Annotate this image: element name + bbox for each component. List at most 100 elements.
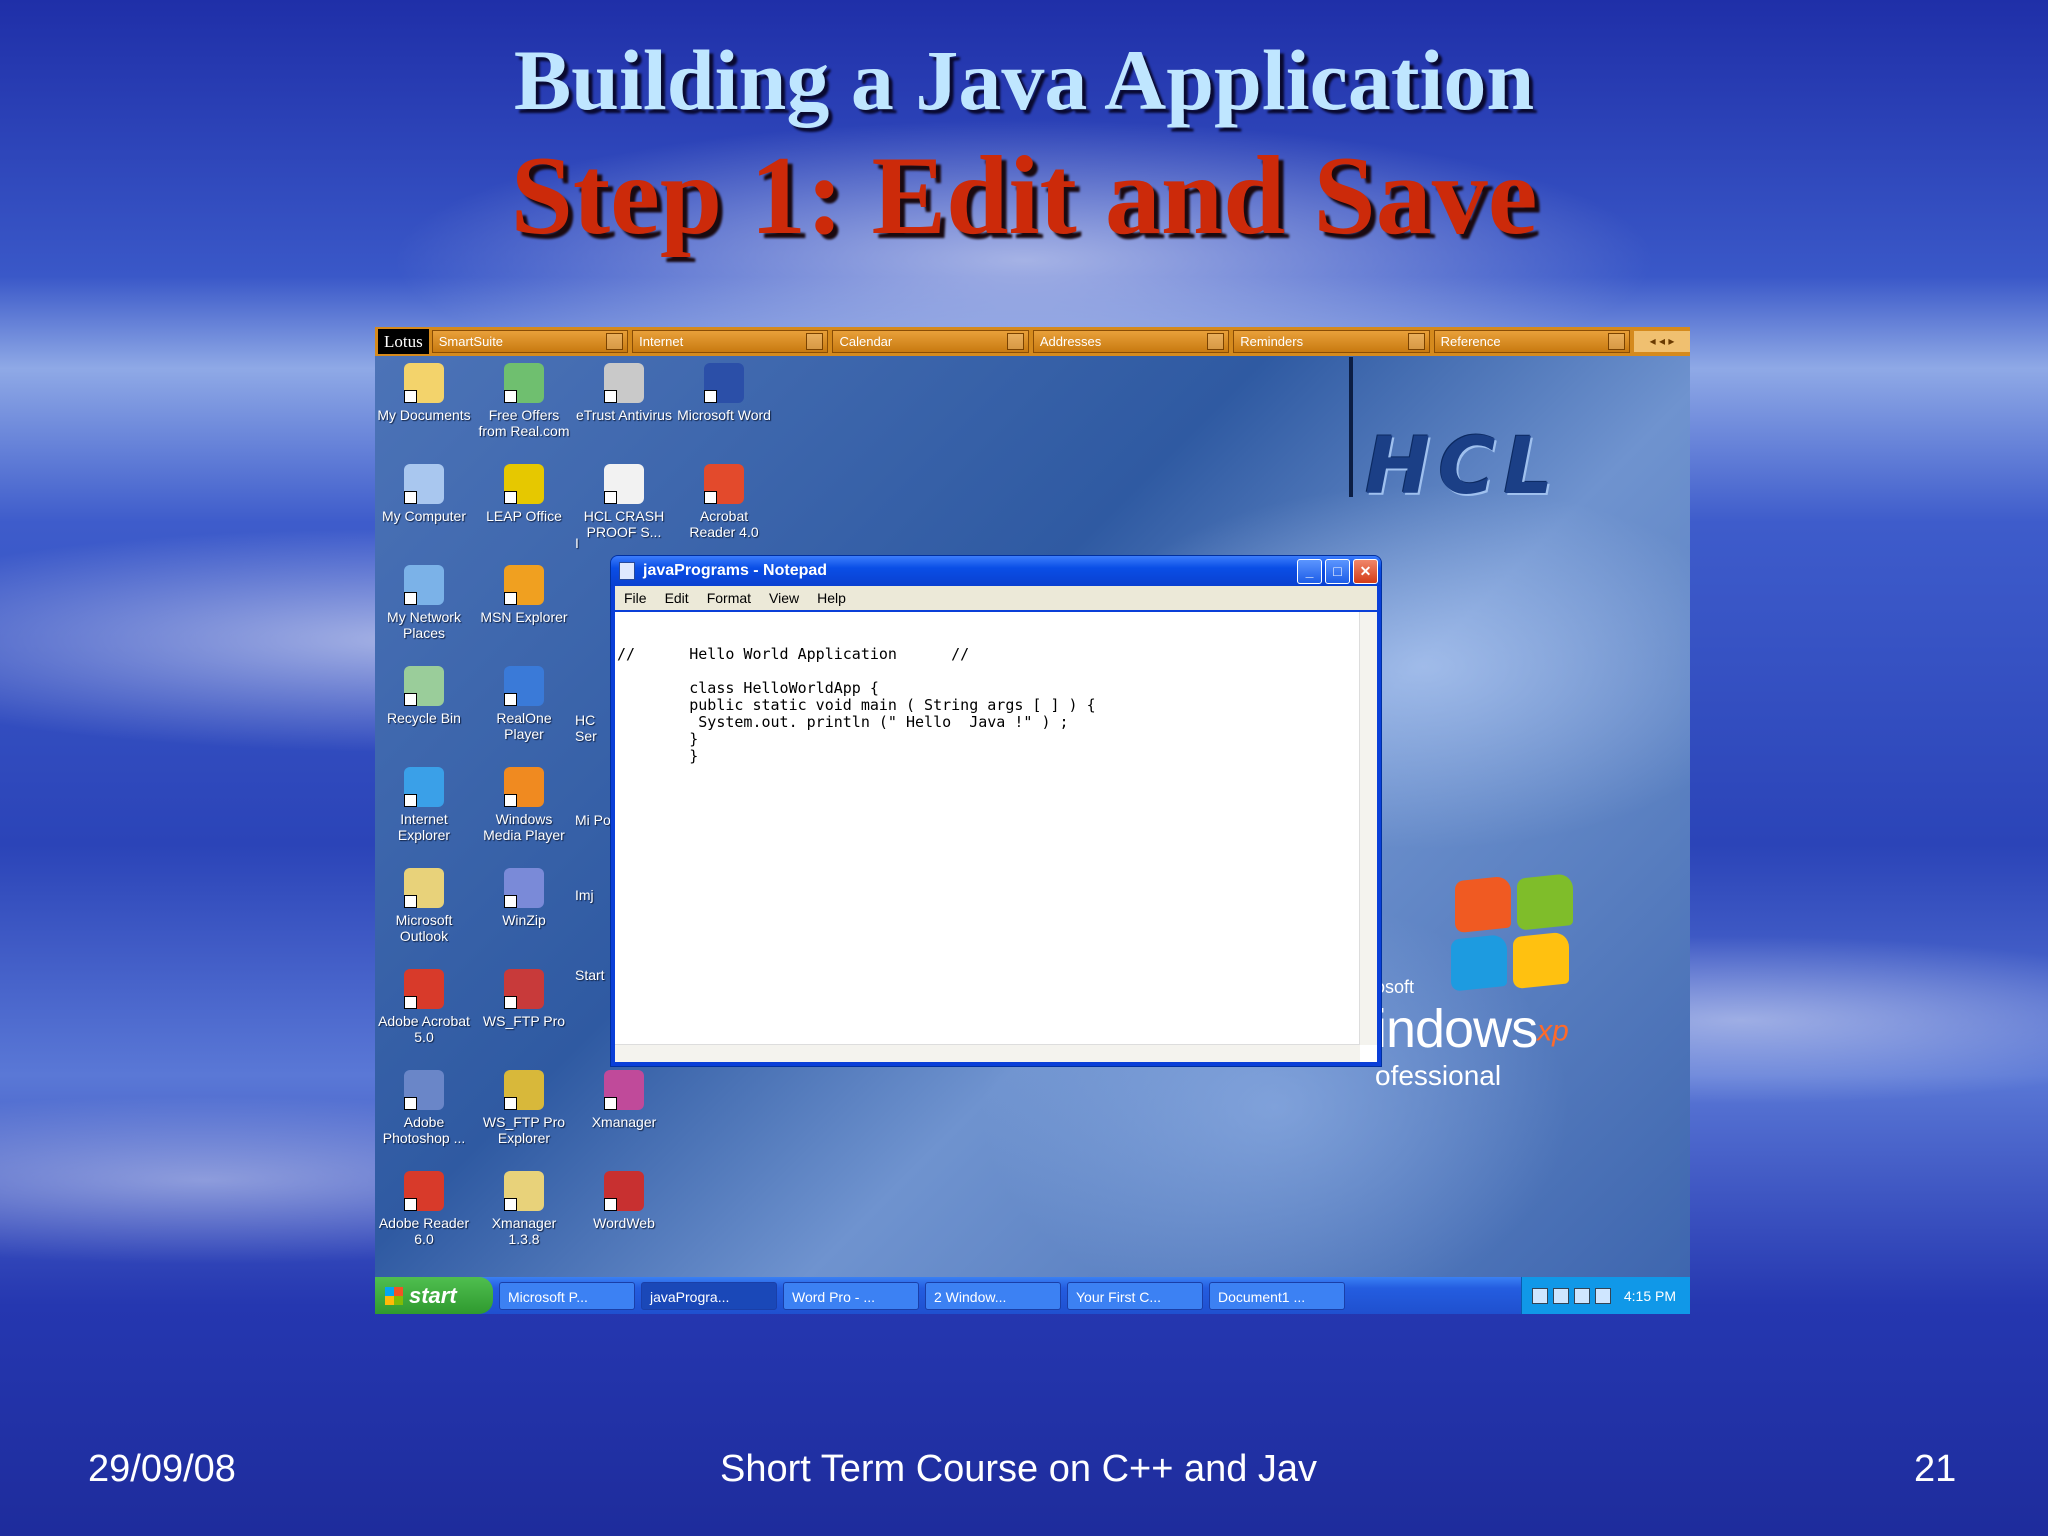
acrobat-icon [704, 464, 744, 504]
desktop-icon-label: Windows Media Player [483, 811, 565, 843]
desktop-screenshot: Lotus SmartSuite Internet Calendar Addre… [375, 327, 1690, 1314]
horizontal-scrollbar[interactable] [615, 1044, 1360, 1062]
desktop-icon[interactable]: Adobe Acrobat 5.0 [375, 969, 473, 1045]
taskbar-item-javaprograms[interactable]: javaProgra... [641, 1281, 777, 1310]
windows-flag-icon [385, 1286, 403, 1305]
desktop-icon[interactable]: Windows Media Player [475, 767, 573, 843]
menu-view[interactable]: View [760, 590, 808, 606]
slide-subtitle: Step 1: Edit and Save [510, 134, 1538, 258]
menu-help[interactable]: Help [808, 590, 855, 606]
desktop-icon[interactable]: Microsoft Outlook [375, 868, 473, 944]
wallpaper-hcl-logo: HCL [1365, 422, 1562, 512]
desktop-icon[interactable]: WS_FTP Pro [475, 969, 573, 1029]
menu-file[interactable]: File [615, 590, 656, 606]
desktop-icon[interactable]: Xmanager 1.3.8 [475, 1171, 573, 1247]
desktop-icon[interactable]: WordWeb [575, 1171, 673, 1231]
realone-icon [504, 666, 544, 706]
desktop-icon-label: Free Offers from Real.com [478, 407, 570, 439]
window-title: javaPrograms - Notepad [643, 562, 828, 579]
tray-icon[interactable] [1573, 1287, 1590, 1304]
desktop-icon-label: RealOne Player [496, 710, 552, 742]
taskbar-item-microsoft-powerpoint[interactable]: Microsoft P... [499, 1281, 635, 1310]
desktop-icon[interactable]: My Network Places [375, 565, 473, 641]
desktop-icon-label: Adobe Acrobat 5.0 [378, 1013, 470, 1045]
system-tray: 4:15 PM [1520, 1277, 1690, 1314]
desktop-icon[interactable]: eTrust Antivirus [575, 363, 673, 423]
desktop-icon[interactable]: Acrobat Reader 4.0 [675, 464, 773, 540]
lotus-logo[interactable]: Lotus [378, 329, 429, 354]
desktop-icon-label: WordWeb [593, 1215, 655, 1231]
close-button[interactable]: ✕ [1353, 558, 1378, 584]
tray-icon[interactable] [1594, 1287, 1611, 1304]
desktop-icon-label: WS_FTP Pro Explorer [482, 1114, 566, 1146]
start-button[interactable]: start [375, 1277, 493, 1314]
windows-xp-brand: osoft indowsxp ofessional [1375, 977, 1569, 1091]
desktop-icon[interactable]: Xmanager [575, 1070, 673, 1130]
taskbar-item-word-pro[interactable]: Word Pro - ... [783, 1281, 919, 1310]
lotus-segment-reminders[interactable]: Reminders [1233, 330, 1430, 353]
media-player-icon [504, 767, 544, 807]
desktop-icon[interactable]: LEAP Office [475, 464, 573, 524]
lotus-segment-reference[interactable]: Reference [1433, 330, 1630, 353]
folder-icon [504, 1171, 544, 1211]
maximize-button[interactable]: □ [1325, 558, 1350, 584]
tray-icon[interactable] [1531, 1287, 1548, 1304]
winzip-icon [504, 868, 544, 908]
wordweb-icon [604, 1171, 644, 1211]
desktop-icon[interactable]: RealOne Player [475, 666, 573, 742]
minimize-button[interactable]: _ [1297, 558, 1322, 584]
lotus-segment-addresses[interactable]: Addresses [1032, 330, 1230, 353]
taskbar-item-document1[interactable]: Document1 ... [1209, 1281, 1345, 1310]
desktop-icon[interactable]: WS_FTP Pro Explorer [475, 1070, 573, 1146]
clock[interactable]: 4:15 PM [1624, 1288, 1676, 1304]
taskbar-item-windows-group[interactable]: 2 Window... [925, 1281, 1061, 1310]
java-source-code[interactable]: // Hello World Application // class Hell… [617, 646, 1096, 765]
gift-icon [504, 363, 544, 403]
notepad-text-area[interactable]: // Hello World Application // class Hell… [615, 612, 1377, 1062]
desktop-icon[interactable]: My Documents [375, 363, 473, 423]
notepad-title-bar[interactable]: javaPrograms - Notepad _ □ ✕ [611, 556, 1381, 586]
partial-desktop-icon-label[interactable]: Imj [575, 887, 615, 903]
desktop-icon-label: MSN Explorer [480, 609, 568, 625]
desktop-icon-label: My Documents [377, 407, 471, 423]
lotus-segment-internet[interactable]: Internet [632, 330, 829, 353]
desktop-icon[interactable]: MSN Explorer [475, 565, 573, 625]
outlook-icon [404, 868, 444, 908]
msn-icon [504, 565, 544, 605]
shield-icon [604, 363, 644, 403]
partial-desktop-icon-label[interactable]: HC Ser [575, 712, 615, 744]
partial-desktop-icon-label[interactable]: Start [575, 967, 615, 983]
folder-icon [404, 363, 444, 403]
notepad-window[interactable]: javaPrograms - Notepad _ □ ✕ File Edit F… [610, 555, 1382, 1067]
footer-date: 29/09/08 [88, 1448, 236, 1490]
tray-icon[interactable] [1552, 1287, 1569, 1304]
lotus-segment-calendar[interactable]: Calendar [832, 330, 1029, 353]
desktop-icon[interactable]: Internet Explorer [375, 767, 473, 843]
desktop-icon-label: WS_FTP Pro [482, 1013, 566, 1029]
desktop-icon[interactable]: My Computer [375, 464, 473, 524]
desktop-icon[interactable]: Adobe Photoshop ... [375, 1070, 473, 1146]
windows-flag-logo [1451, 869, 1575, 994]
menu-edit[interactable]: Edit [656, 590, 698, 606]
desktop-icon[interactable]: Microsoft Word [675, 363, 773, 423]
desktop-icon-label: eTrust Antivirus [576, 407, 672, 423]
desktop-icon-label: LEAP Office [486, 508, 562, 524]
vertical-scrollbar[interactable] [1359, 612, 1377, 1045]
partial-desktop-icon-label[interactable]: I [575, 535, 615, 551]
desktop-icon-label: Acrobat Reader 4.0 [689, 508, 759, 540]
desktop-icon-label: My Network Places [387, 609, 461, 641]
desktop-icon[interactable]: Recycle Bin [375, 666, 473, 726]
lotus-scroll-arrows[interactable]: ◂ ◂ ▸ [1633, 331, 1690, 352]
menu-format[interactable]: Format [698, 590, 760, 606]
desktop-icon-label: WinZip [502, 912, 546, 928]
internet-explorer-icon [404, 767, 444, 807]
partial-desktop-icon-label[interactable]: Mi Po [575, 812, 615, 828]
lotus-segment-smartsuite[interactable]: SmartSuite [431, 330, 629, 353]
acrobat-icon [404, 969, 444, 1009]
desktop-icon[interactable]: Adobe Reader 6.0 [375, 1171, 473, 1247]
taskbar-item-your-first[interactable]: Your First C... [1067, 1281, 1203, 1310]
desktop-icon[interactable]: HCL CRASH PROOF S... [575, 464, 673, 540]
notepad-icon [619, 562, 635, 580]
desktop-icon[interactable]: WinZip [475, 868, 573, 928]
desktop-icon[interactable]: Free Offers from Real.com [475, 363, 573, 439]
